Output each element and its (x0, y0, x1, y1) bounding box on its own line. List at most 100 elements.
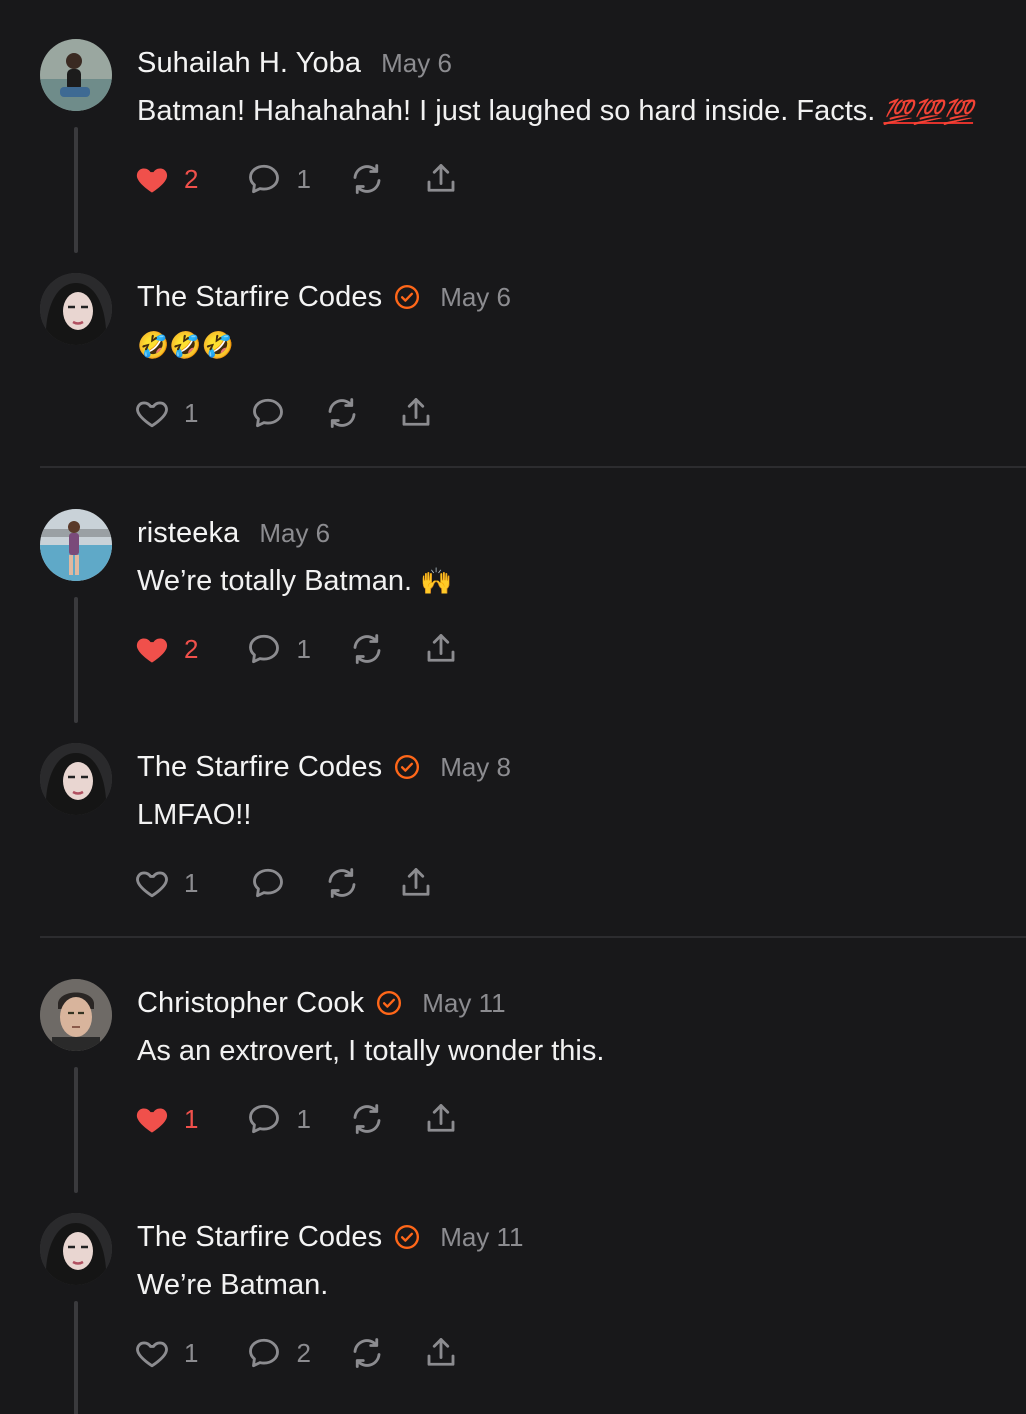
thread-line (74, 127, 78, 253)
avatar[interactable] (40, 743, 112, 815)
reply-count: 1 (296, 1103, 311, 1134)
share-button[interactable] (423, 1101, 459, 1137)
restack-button[interactable] (324, 395, 360, 431)
like-button[interactable]: 2 (134, 631, 198, 667)
like-count: 2 (184, 633, 199, 664)
share-icon (403, 868, 430, 896)
like-count: 1 (184, 1337, 199, 1368)
hundred-points-emoji: 💯💯💯 (883, 99, 974, 126)
restack-button[interactable] (324, 865, 360, 901)
avatar[interactable] (40, 1213, 112, 1285)
share-button[interactable] (423, 161, 459, 197)
action-bar: 1 (134, 861, 434, 905)
comment-thread: Suhailah H. Yoba May 6 Batman! Hahahahah… (0, 0, 1026, 1414)
comment-text: LMFAO!! (137, 795, 251, 835)
comment-bubble-icon (253, 868, 284, 898)
author-name[interactable]: Christopher Cook (137, 987, 364, 1020)
reply-button[interactable] (250, 865, 286, 901)
like-count: 1 (184, 867, 199, 898)
heart-icon (136, 871, 168, 898)
restack-button[interactable] (349, 161, 385, 197)
reply-count: 1 (296, 163, 311, 194)
like-count: 2 (184, 163, 199, 194)
like-button[interactable]: 1 (134, 865, 198, 901)
verified-check-icon (395, 284, 420, 310)
comment-header: The Starfire Codes May 6 (137, 277, 511, 317)
avatar[interactable] (40, 39, 112, 111)
thread-line (74, 597, 78, 723)
restack-icon (353, 1338, 381, 1368)
heart-icon (136, 638, 168, 663)
reply-button[interactable]: 1 (246, 161, 311, 197)
comment-date[interactable]: May 6 (381, 48, 452, 79)
comment-header: The Starfire Codes May 8 (137, 747, 511, 787)
like-button[interactable]: 1 (134, 1101, 198, 1137)
share-button[interactable] (423, 1335, 459, 1371)
comment-date[interactable]: May 6 (440, 282, 511, 313)
reply-button[interactable]: 2 (246, 1335, 311, 1371)
comment-bubble-icon (253, 398, 284, 428)
like-button[interactable]: 1 (134, 1335, 198, 1371)
restack-icon (329, 398, 356, 428)
avatar[interactable] (40, 273, 112, 345)
author-name[interactable]: risteeka (137, 517, 239, 550)
heart-icon (136, 401, 168, 428)
like-count: 1 (184, 1103, 199, 1134)
share-button[interactable] (398, 865, 434, 901)
comment-header: Christopher Cook May 11 (137, 983, 506, 1023)
comment-text: 🤣🤣🤣 (137, 325, 234, 366)
action-bar: 1 1 (134, 1097, 459, 1141)
reply-button[interactable] (250, 395, 286, 431)
avatar[interactable] (40, 979, 112, 1051)
reply-count: 1 (296, 633, 311, 664)
restack-icon (329, 868, 356, 898)
like-button[interactable]: 1 (134, 395, 198, 431)
rolling-laughing-emoji: 🤣🤣🤣 (137, 331, 235, 361)
action-bar: 2 1 (134, 627, 459, 671)
comment-text: We’re totally Batman. 🙌 (137, 561, 453, 602)
reply-button[interactable]: 1 (246, 1101, 311, 1137)
share-button[interactable] (423, 631, 459, 667)
restack-icon (353, 164, 381, 194)
comment-header: Suhailah H. Yoba May 6 (137, 43, 452, 83)
author-name[interactable]: The Starfire Codes (137, 1221, 382, 1254)
author-name[interactable]: The Starfire Codes (137, 281, 382, 314)
share-icon (427, 164, 455, 192)
thread-line (74, 1067, 78, 1193)
like-button[interactable]: 2 (134, 161, 198, 197)
comment-text-content: As an extrovert, I totally wonder this. (137, 1035, 605, 1067)
restack-button[interactable] (349, 1335, 385, 1371)
restack-icon (353, 634, 381, 664)
share-icon (427, 634, 455, 662)
comment-text-content: LMFAO!! (137, 799, 252, 831)
share-icon (427, 1338, 455, 1366)
author-name[interactable]: The Starfire Codes (137, 751, 382, 784)
raising-hands-emoji: 🙌 (420, 567, 453, 597)
comment-date[interactable]: May 11 (440, 1222, 523, 1253)
reply-button[interactable]: 1 (246, 631, 311, 667)
heart-icon (136, 1341, 168, 1368)
comment-date[interactable]: May 11 (422, 988, 505, 1019)
comment-bubble-icon (249, 1338, 280, 1368)
share-icon (403, 398, 430, 426)
reply-count: 2 (296, 1337, 311, 1368)
action-bar: 1 2 (134, 1331, 459, 1375)
action-bar: 1 (134, 391, 434, 435)
comment-text-content: We’re totally Batman. (137, 565, 413, 597)
comment-text: We’re Batman. (137, 1265, 328, 1305)
heart-icon (136, 168, 168, 193)
comment-date[interactable]: May 8 (440, 752, 511, 783)
thread-divider (40, 466, 1026, 468)
comment-date[interactable]: May 6 (259, 518, 330, 549)
comment-text-content: We’re Batman. (137, 1269, 329, 1301)
thread-line (74, 1301, 78, 1414)
comment-text-content: Batman! Hahahahah! I just laughed so har… (137, 95, 876, 127)
comment-bubble-icon (249, 164, 280, 194)
share-button[interactable] (398, 395, 434, 431)
restack-button[interactable] (349, 631, 385, 667)
verified-check-icon (395, 754, 420, 780)
author-name[interactable]: Suhailah H. Yoba (137, 47, 361, 80)
avatar[interactable] (40, 509, 112, 581)
restack-button[interactable] (349, 1101, 385, 1137)
comment-bubble-icon (249, 634, 280, 664)
